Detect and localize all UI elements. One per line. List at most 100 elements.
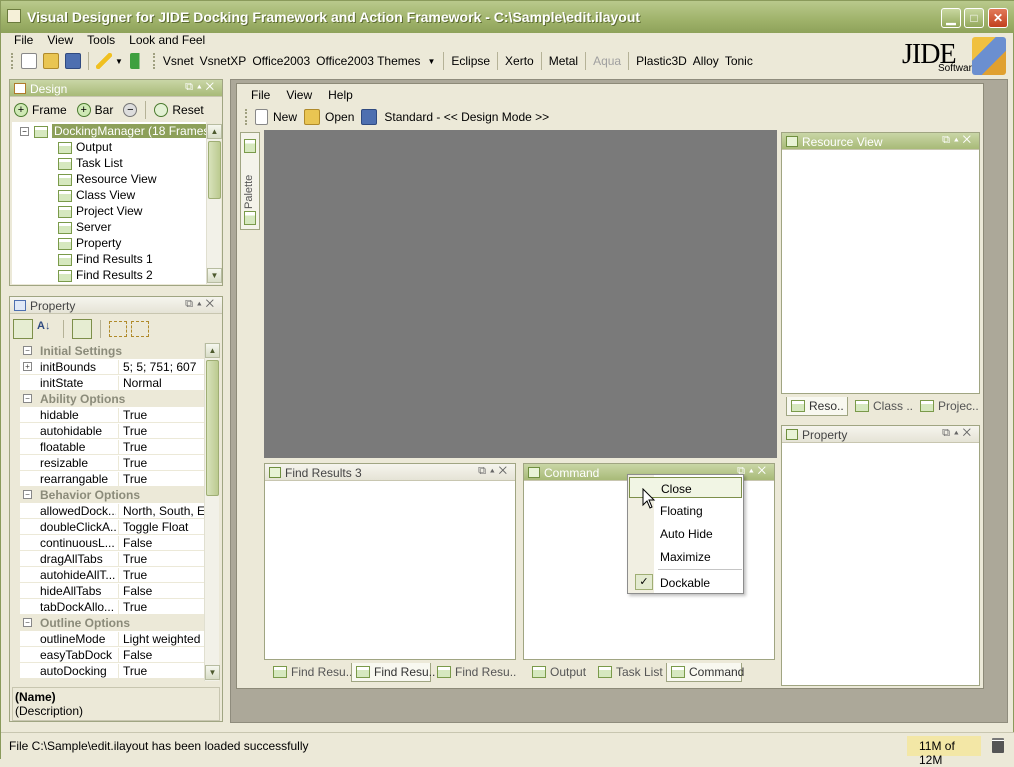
property-row[interactable]: allowedDock... North, South, E... [20, 503, 211, 519]
property-row[interactable]: autohideAllT... True [20, 567, 211, 583]
menu-view[interactable]: View [40, 31, 80, 49]
expand-all-icon[interactable] [109, 321, 127, 337]
categorized-icon[interactable] [13, 319, 33, 339]
property-value[interactable]: True [118, 456, 210, 470]
preview-property-header[interactable]: Property ⧉▴✕ [782, 426, 979, 443]
property-value[interactable]: True [118, 568, 210, 582]
maximize-button[interactable]: □ [964, 8, 984, 28]
tab-class-view[interactable]: Class .. [851, 397, 913, 416]
title-bar[interactable]: Visual Designer for JIDE Docking Framewo… [1, 1, 1014, 33]
property-row[interactable]: hideAllTabs False [20, 583, 211, 599]
scroll-up-icon[interactable]: ▲ [207, 124, 222, 139]
property-row[interactable]: tabDockAllo... True [20, 599, 211, 615]
tree-item-property[interactable]: Property [58, 236, 121, 252]
laf-eclipse[interactable]: Eclipse [448, 54, 493, 68]
property-value[interactable]: True [118, 408, 210, 422]
property-value[interactable]: False [118, 584, 210, 598]
tab-project-view[interactable]: Projec.. [916, 397, 980, 416]
property-value[interactable]: True [118, 440, 210, 454]
trash-gc-icon[interactable] [992, 738, 1004, 753]
laf-plastic3d[interactable]: Plastic3D [633, 54, 690, 68]
close-button[interactable]: ✕ [988, 8, 1008, 28]
tree-item-project-view[interactable]: Project View [58, 204, 142, 220]
property-value[interactable]: True [118, 600, 210, 614]
tab-find-results-3[interactable]: Find Resu.. [433, 663, 516, 682]
tree-collapse-icon[interactable]: − [20, 127, 29, 136]
sort-alpha-icon[interactable]: A↓ [37, 320, 55, 338]
minimize-button[interactable]: ▁ [941, 8, 961, 28]
find-results-header[interactable]: Find Results 3 ⧉▴✕ [265, 464, 515, 481]
property-grid-scrollbar[interactable]: ▲ ▼ [204, 343, 220, 681]
property-row[interactable]: outlineMode Light weighted [20, 631, 211, 647]
property-value[interactable]: False [118, 536, 210, 550]
laf-office2003[interactable]: Office2003 [249, 54, 313, 68]
tree-item-resource-view[interactable]: Resource View [58, 172, 156, 188]
property-row[interactable]: rearrangable True [20, 471, 211, 487]
save-icon[interactable] [65, 53, 81, 69]
toolbar-grip-2[interactable] [152, 53, 156, 69]
preview-menu-help[interactable]: Help [320, 86, 361, 104]
toolbar-grip[interactable] [245, 109, 248, 125]
property-row[interactable]: doubleClickA... Toggle Float [20, 519, 211, 535]
preview-new-button[interactable]: New [271, 110, 301, 124]
category-initial-settings[interactable]: − Initial Settings [20, 343, 211, 359]
laf-office2003-themes[interactable]: Office2003 Themes [313, 54, 423, 68]
property-value[interactable]: Normal [118, 376, 210, 390]
laf-vsnet[interactable]: Vsnet [160, 54, 197, 68]
property-panel-header[interactable]: Property ⧉▴✕ [10, 297, 222, 314]
panel-controls[interactable]: ⧉▴✕ [942, 134, 975, 147]
tab-find-results-2[interactable]: Find Resu.. [351, 663, 435, 682]
property-row[interactable]: resizable True [20, 455, 211, 471]
property-value[interactable]: 5; 5; 751; 607 [118, 360, 210, 374]
category-ability-options[interactable]: − Ability Options [20, 391, 211, 407]
tree-item-find-results-2[interactable]: Find Results 2 [58, 268, 153, 284]
tree-item-output[interactable]: Output [58, 140, 112, 156]
collapse-icon[interactable]: − [23, 490, 32, 499]
run-arrow-icon[interactable] [129, 53, 146, 69]
description-toggle-icon[interactable] [72, 319, 92, 339]
panel-controls[interactable]: ⧉▴✕ [478, 465, 511, 478]
menu-item-auto-hide[interactable]: Auto Hide [629, 523, 742, 544]
property-value[interactable]: False [118, 648, 210, 662]
design-tree-scrollbar[interactable]: ▲ ▼ [206, 124, 222, 284]
property-value[interactable]: Light weighted [118, 632, 210, 646]
preview-menu-file[interactable]: File [243, 86, 278, 104]
panel-controls[interactable]: ⧉▴✕ [185, 298, 218, 311]
scroll-thumb[interactable] [206, 360, 219, 496]
lightning-icon[interactable] [96, 53, 112, 69]
tree-item-task-list[interactable]: Task List [58, 156, 123, 172]
collapse-all-icon[interactable] [131, 321, 149, 337]
scroll-down-icon[interactable]: ▼ [207, 268, 222, 283]
property-row[interactable]: + initBounds 5; 5; 751; 607 [20, 359, 211, 375]
new-file-icon[interactable] [21, 53, 37, 69]
property-value[interactable]: True [118, 664, 210, 678]
tab-output[interactable]: Output [528, 663, 592, 682]
property-row[interactable]: initState Normal [20, 375, 211, 391]
resource-view-header[interactable]: Resource View ⧉▴✕ [782, 133, 979, 150]
preview-menu-view[interactable]: View [278, 86, 320, 104]
panel-controls[interactable]: ⧉▴✕ [942, 427, 975, 440]
menu-look-and-feel[interactable]: Look and Feel [122, 31, 212, 49]
collapse-icon[interactable]: − [23, 394, 32, 403]
tree-item-server[interactable]: Server [58, 220, 111, 236]
editor-canvas[interactable] [264, 130, 777, 458]
tree-item-class-view[interactable]: Class View [58, 188, 135, 204]
menu-tools[interactable]: Tools [80, 31, 122, 49]
design-panel-header[interactable]: Design ⧉▴✕ [10, 80, 222, 97]
collapse-icon[interactable]: − [23, 346, 32, 355]
reset-icon[interactable] [154, 103, 169, 117]
property-value[interactable]: North, South, E... [118, 504, 210, 518]
scroll-down-icon[interactable]: ▼ [205, 665, 220, 680]
laf-vsnetxp[interactable]: VsnetXP [197, 54, 250, 68]
category-outline-options[interactable]: − Outline Options [20, 615, 211, 631]
add-frame-icon[interactable]: + [14, 103, 28, 117]
tree-root[interactable]: DockingManager (18 Frames) [34, 124, 216, 140]
laf-tonic[interactable]: Tonic [722, 54, 756, 68]
palette-side-tab[interactable]: Palette [240, 132, 260, 230]
laf-metal[interactable]: Metal [546, 54, 581, 68]
property-row[interactable]: dragAllTabs True [20, 551, 211, 567]
themes-dropdown-icon[interactable]: ▼ [427, 57, 435, 66]
property-row[interactable]: autoDocking True [20, 663, 211, 679]
property-value[interactable]: True [118, 424, 210, 438]
laf-alloy[interactable]: Alloy [690, 54, 722, 68]
